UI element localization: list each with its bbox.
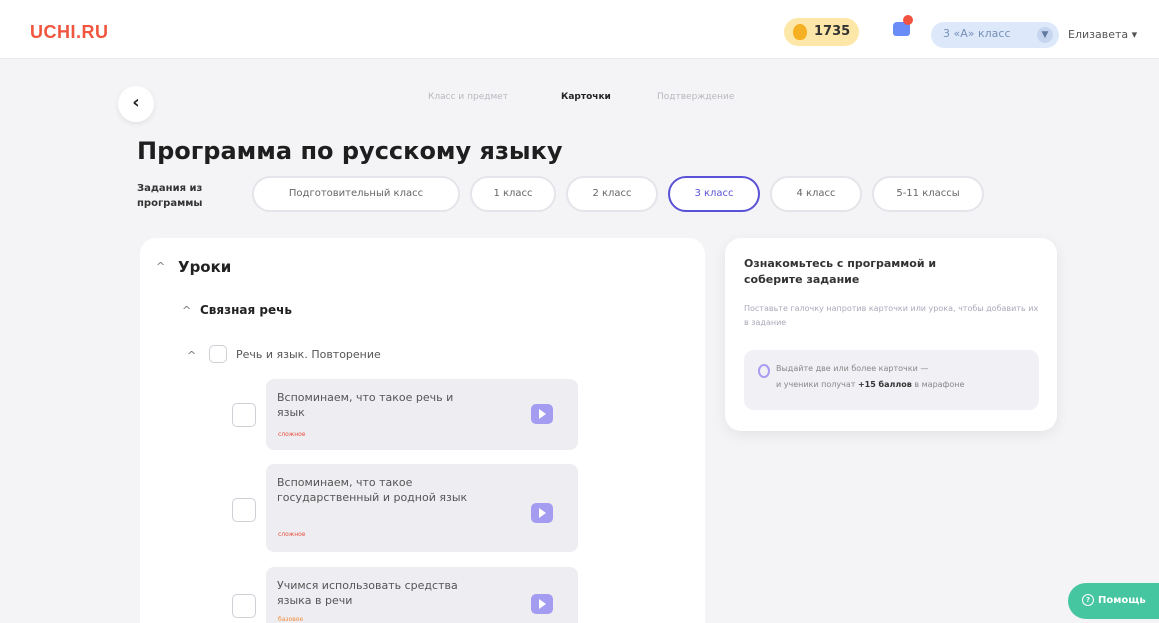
page-title: Программа по русскому языку bbox=[137, 137, 563, 165]
chevron-down-icon: ▼ bbox=[1037, 27, 1053, 43]
grade-pill-4[interactable]: 4 класс bbox=[770, 176, 862, 212]
collapse-section-icon[interactable]: ^ bbox=[182, 304, 191, 317]
chevron-left-icon: ‹ bbox=[132, 92, 140, 113]
notification-dot bbox=[903, 15, 913, 25]
hint-box: Выдайте две или более карточки — и учени… bbox=[744, 350, 1039, 410]
lesson-tag: базовое bbox=[278, 616, 304, 623]
grade-pill-1[interactable]: 1 класс bbox=[470, 176, 556, 212]
lesson-checkbox[interactable] bbox=[232, 498, 256, 522]
lesson-title: Вспоминаем, что такое государственный и … bbox=[277, 476, 468, 504]
help-button[interactable]: ? Помощь bbox=[1068, 583, 1159, 619]
notification-bell-icon[interactable] bbox=[893, 15, 913, 36]
step-class-subject: Класс и предмет bbox=[428, 92, 509, 102]
question-icon: ? bbox=[1082, 594, 1094, 606]
hint-line-2: и ученики получат +15 баллов в марафоне bbox=[776, 380, 964, 389]
grade-pill-3-selected[interactable]: 3 класс bbox=[668, 176, 760, 212]
grade-pill-5-11[interactable]: 5-11 классы bbox=[872, 176, 984, 212]
lesson-checkbox[interactable] bbox=[232, 403, 256, 427]
step-confirmation: Подтверждение bbox=[657, 92, 735, 102]
grade-pill-preparatory[interactable]: Подготовительный класс bbox=[252, 176, 460, 212]
hint-line-2-pre: и ученики получат bbox=[776, 380, 858, 389]
step-cards: Карточки bbox=[561, 92, 611, 102]
coin-icon bbox=[793, 24, 807, 40]
lesson-card[interactable]: Вспоминаем, что такое государственный и … bbox=[266, 464, 578, 552]
coins-value: 1735 bbox=[814, 24, 851, 39]
lesson-title: Учимся использовать средства языка в реч… bbox=[277, 579, 458, 607]
lesson-tag: сложное bbox=[278, 431, 306, 438]
lesson-card[interactable]: Вспоминаем, что такое речь и язык сложно… bbox=[266, 379, 578, 450]
lesson-title: Вспоминаем, что такое речь и язык bbox=[277, 391, 454, 419]
play-icon[interactable] bbox=[531, 594, 553, 614]
hint-bonus: +15 баллов bbox=[857, 380, 912, 389]
class-select-label: 3 «А» класс bbox=[943, 27, 1011, 40]
bulb-icon bbox=[758, 364, 770, 378]
top-bar: UCHI.RU 1735 3 «А» класс ▼ Елизавета ▾ bbox=[0, 0, 1159, 59]
collapse-topic-icon[interactable]: ^ bbox=[187, 349, 196, 362]
topic-label: Речь и язык. Повторение bbox=[236, 348, 381, 361]
back-button[interactable]: ‹ bbox=[118, 86, 154, 122]
hint-line-2-post: в марафоне bbox=[911, 380, 965, 389]
lesson-card[interactable]: Учимся использовать средства языка в реч… bbox=[266, 567, 578, 623]
topic-checkbox[interactable] bbox=[209, 345, 227, 363]
play-icon[interactable] bbox=[531, 404, 553, 424]
help-label: Помощь bbox=[1098, 595, 1146, 606]
collapse-lessons-icon[interactable]: ^ bbox=[156, 260, 165, 273]
info-card: Ознакомьтесь с программой и соберите зад… bbox=[725, 238, 1057, 431]
info-title: Ознакомьтесь с программой и соберите зад… bbox=[744, 257, 937, 286]
coins-badge[interactable]: 1735 bbox=[784, 18, 859, 46]
logo[interactable]: UCHI.RU bbox=[30, 22, 109, 43]
lesson-checkbox[interactable] bbox=[232, 594, 256, 618]
class-select[interactable]: 3 «А» класс ▼ bbox=[931, 22, 1059, 48]
lesson-tag: сложное bbox=[278, 531, 306, 538]
play-icon[interactable] bbox=[531, 503, 553, 523]
info-text: Поставьте галочку напротив карточки или … bbox=[744, 304, 1039, 327]
lessons-title: Уроки bbox=[178, 258, 232, 276]
section-title: Связная речь bbox=[200, 303, 292, 317]
tasks-label: Задания из программы bbox=[137, 183, 203, 209]
hint-line-1: Выдайте две или более карточки — bbox=[776, 364, 929, 373]
grade-pill-2[interactable]: 2 класс bbox=[566, 176, 658, 212]
user-menu[interactable]: Елизавета ▾ bbox=[1068, 28, 1137, 41]
